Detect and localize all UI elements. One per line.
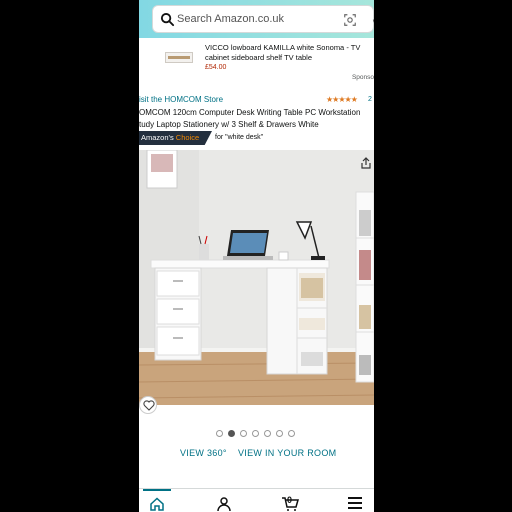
home-active-indicator xyxy=(143,489,171,491)
badge-keyword: for "white desk" xyxy=(215,134,264,141)
gallery-dot[interactable] xyxy=(264,430,271,437)
rating-count[interactable]: 2 xyxy=(368,96,372,103)
sponsored-label: Sponso xyxy=(351,74,374,81)
gallery-dot[interactable] xyxy=(240,430,247,437)
product-image-gallery[interactable] xyxy=(139,150,374,405)
heart-icon xyxy=(143,400,155,411)
ad-title[interactable]: VICCO lowboard KAMILLA white Sonoma - TV… xyxy=(205,43,374,63)
camera-search-icon[interactable] xyxy=(343,13,357,27)
header-bar: Search Amazon.co.uk xyxy=(139,0,374,38)
view-in-room-button[interactable]: VIEW IN YOUR ROOM xyxy=(238,448,336,458)
wishlist-button[interactable] xyxy=(139,396,157,414)
star-rating[interactable]: ★★★★★ xyxy=(326,95,358,104)
badge-accent: Choice xyxy=(175,133,200,142)
share-icon[interactable] xyxy=(360,157,372,169)
gallery-pagination[interactable] xyxy=(216,430,295,437)
app-screen: Search Amazon.co.uk VICCO lowboard KAMIL… xyxy=(139,0,374,512)
home-icon[interactable] xyxy=(150,497,164,511)
bottom-divider xyxy=(139,488,374,489)
product-image xyxy=(139,150,374,405)
product-title: OMCOM 120cm Computer Desk Writing Table … xyxy=(139,108,361,129)
gallery-dot[interactable] xyxy=(228,430,235,437)
cart-count[interactable]: 0 xyxy=(287,495,292,505)
search-bar[interactable]: Search Amazon.co.uk xyxy=(152,5,374,33)
gallery-dot[interactable] xyxy=(252,430,259,437)
amazons-choice-badge: Amazon's Choice xyxy=(139,131,212,145)
gallery-dot[interactable] xyxy=(288,430,295,437)
microphone-icon[interactable] xyxy=(371,12,374,28)
account-icon[interactable] xyxy=(217,497,231,511)
ad-price: £54.00 xyxy=(205,64,227,71)
gallery-dot[interactable] xyxy=(276,430,283,437)
search-icon[interactable] xyxy=(160,12,175,27)
ad-thumbnail[interactable] xyxy=(165,52,193,63)
sponsored-product-ad[interactable]: VICCO lowboard KAMILLA white Sonoma - TV… xyxy=(139,38,374,76)
search-input[interactable]: Search Amazon.co.uk xyxy=(177,13,284,25)
badge-prefix: Amazon's xyxy=(141,133,176,142)
gallery-dot[interactable] xyxy=(216,430,223,437)
view-360-button[interactable]: VIEW 360° xyxy=(180,448,227,458)
store-link[interactable]: isit the HOMCOM Store xyxy=(139,95,223,104)
menu-icon[interactable] xyxy=(348,497,362,509)
